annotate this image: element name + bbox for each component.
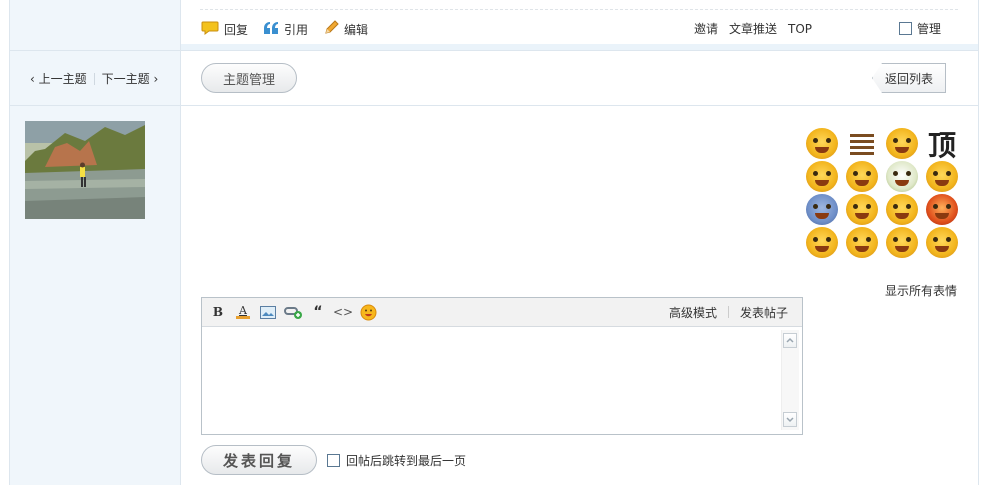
post-links: 邀请 文章推送 TOP [694, 20, 823, 37]
tiger-smiley[interactable] [886, 227, 918, 258]
code-button[interactable]: <> [332, 303, 354, 321]
code-icon: <> [332, 305, 354, 319]
image-icon [260, 305, 276, 319]
prev-thread-label: 上一主题 [38, 72, 87, 86]
bold-icon: B [212, 305, 224, 319]
ding-smiley[interactable]: 顶 [926, 128, 958, 162]
nav-separator [93, 72, 95, 85]
tiger-smiley[interactable] [846, 161, 878, 192]
tiger-smiley[interactable] [846, 194, 878, 225]
jump-last-page-option[interactable]: 回帖后跳转到最后一页 [327, 452, 466, 469]
tiger-smiley[interactable] [806, 194, 838, 225]
submit-reply-button[interactable]: 发表回复 [201, 445, 317, 475]
tiger-smiley[interactable] [886, 128, 918, 159]
post-thread-link[interactable]: 发表帖子 [740, 304, 788, 321]
smiley-button[interactable] [359, 303, 377, 321]
next-thread-label: 下一主题 [101, 72, 150, 86]
quote-label: 引用 [284, 22, 309, 37]
reply-editor: B A “ <> 高级模式 发表帖子 [201, 297, 803, 435]
tiger-smiley[interactable] [806, 128, 838, 159]
thread-navigation: ‹ 上一主题 下一主题 › [30, 70, 158, 87]
avatar[interactable] [25, 121, 145, 219]
divider [10, 105, 978, 106]
chevron-up-icon [786, 337, 794, 343]
tiger-smiley[interactable] [926, 161, 958, 192]
prev-arrow-icon: ‹ [30, 72, 35, 86]
reply-textarea[interactable] [202, 327, 782, 434]
jump-last-page-checkbox[interactable] [327, 453, 340, 467]
submit-row: 发表回复 回帖后跳转到最后一页 [201, 445, 466, 475]
tiger-smiley[interactable] [926, 194, 958, 225]
divider [10, 50, 978, 51]
link-icon [284, 307, 302, 319]
bold-button[interactable]: B [209, 303, 227, 321]
post-actions: 回复 引用 编辑 [201, 19, 383, 39]
link-button[interactable] [284, 303, 302, 321]
toolbar-separator [727, 306, 729, 318]
back-to-list-button[interactable]: 返回列表 [872, 63, 946, 93]
manage-checkbox[interactable]: 管理 [899, 20, 941, 37]
show-all-smilies-link[interactable]: 显示所有表情 [885, 282, 957, 299]
font-color-button[interactable]: A [234, 303, 252, 321]
quote-action[interactable]: 引用 [263, 21, 308, 38]
tiger-smiley[interactable] [846, 227, 878, 258]
textarea-scrollbar[interactable] [781, 330, 799, 430]
tiger-smiley[interactable] [886, 161, 918, 192]
pencil-icon [323, 19, 339, 39]
smiley-panel: 顶 [806, 128, 962, 258]
tiger-smiley[interactable] [926, 227, 958, 258]
smiley-icon [360, 304, 376, 320]
image-button[interactable] [259, 303, 277, 321]
next-thread-link[interactable]: 下一主题 › [102, 70, 159, 87]
tiger-smiley[interactable] [806, 161, 838, 192]
advanced-mode-link[interactable]: 高级模式 [669, 304, 717, 321]
quote-icon: “ [313, 304, 323, 320]
push-link[interactable]: 文章推送 [729, 20, 777, 37]
invite-link[interactable]: 邀请 [694, 20, 718, 37]
quote-icon [263, 21, 279, 38]
edit-label: 编辑 [344, 22, 369, 37]
editor-toolbar: B A “ <> 高级模式 发表帖子 [202, 298, 802, 327]
next-arrow-icon: › [153, 72, 159, 86]
tiger-smiley[interactable] [886, 194, 918, 225]
jump-last-page-label: 回帖后跳转到最后一页 [346, 453, 467, 468]
tiger-smiley[interactable] [806, 227, 838, 258]
post-divider [200, 9, 958, 10]
prev-thread-link[interactable]: ‹ 上一主题 [30, 70, 87, 87]
manage-check-box[interactable] [899, 22, 912, 35]
reply-label: 回复 [224, 22, 249, 37]
editor-mode-links: 高级模式 发表帖子 [669, 298, 788, 326]
topic-manage-button[interactable]: 主题管理 [201, 63, 297, 93]
font-color-icon: A [236, 305, 250, 319]
top-link[interactable]: TOP [788, 22, 812, 36]
scroll-down-button[interactable] [783, 412, 797, 427]
reply-action[interactable]: 回复 [201, 20, 248, 39]
manage-label: 管理 [917, 22, 942, 36]
tiger-smiley[interactable] [846, 128, 878, 159]
scroll-up-button[interactable] [783, 333, 797, 348]
edit-action[interactable]: 编辑 [323, 19, 369, 39]
chevron-down-icon [786, 417, 794, 423]
quote-button[interactable]: “ [309, 303, 327, 321]
reply-icon [201, 20, 219, 39]
